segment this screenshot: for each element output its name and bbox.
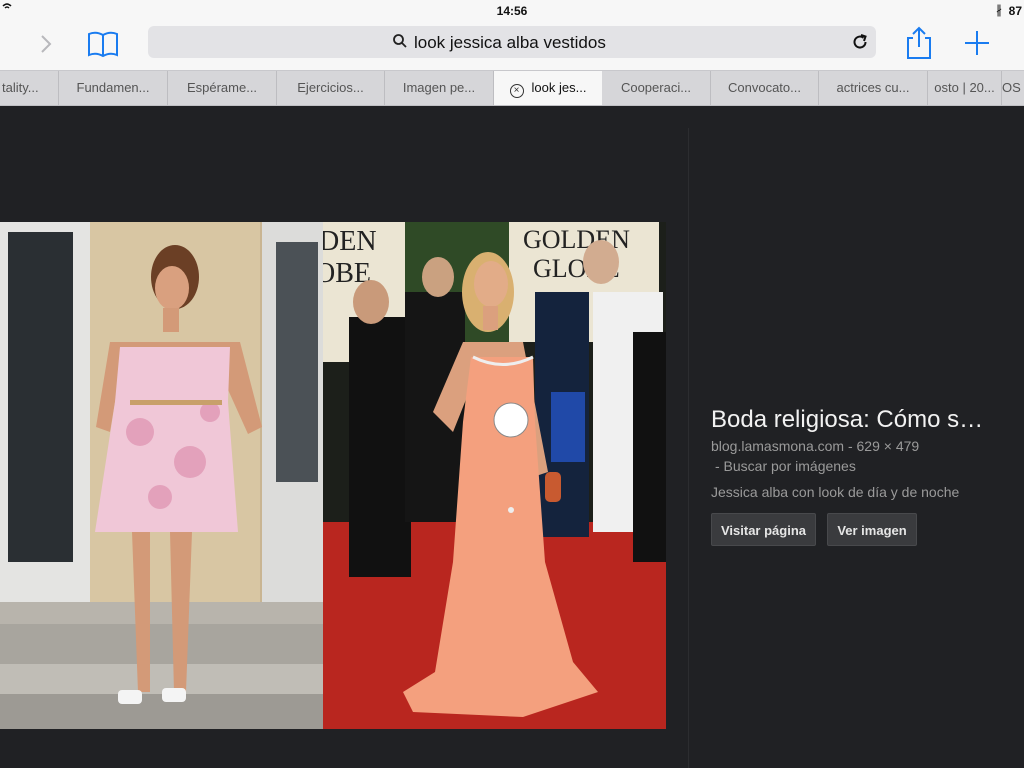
day-look-photo [0,222,323,729]
search-icon [393,34,407,48]
tab-label: Cooperaci... [620,80,692,95]
tab-label: Espérame... [186,80,258,95]
tab-2[interactable]: Fundamen... [59,71,168,105]
night-look-photo: DEN OBE GOLDEN GLOBE [323,222,666,729]
view-image-button[interactable]: Ver imagen [827,513,917,546]
address-bar[interactable]: look jessica alba vestidos [148,26,876,58]
tab-label: osto | 20... [934,80,995,95]
tab-label: Ejercicios... [297,80,364,95]
status-time: 14:56 [496,4,528,18]
tab-4[interactable]: Ejercicios... [277,71,385,105]
tab-11[interactable]: OS D [1002,71,1024,105]
tab-1[interactable]: tality... [0,71,59,105]
image-preview-panel: DEN OBE GOLDEN GLOBE Boda religiosa: Cóm… [0,106,1024,768]
tab-label: OS D [1002,80,1024,95]
reload-icon[interactable] [850,32,870,52]
browser-toolbar: look jessica alba vestidos [0,22,1024,70]
banner-text-left: DEN [323,226,377,257]
tab-9[interactable]: actrices cu... [819,71,928,105]
result-source[interactable]: blog.lamasmona.com - 629 × 479 [711,438,919,454]
tab-label: actrices cu... [836,80,910,95]
visit-page-button[interactable]: Visitar página [711,513,816,546]
share-icon[interactable] [904,26,934,60]
tab-10[interactable]: osto | 20... [928,71,1002,105]
result-title[interactable]: Boda religiosa: Cómo s… [711,406,983,434]
tab-3[interactable]: Espérame... [168,71,277,105]
result-description: Jessica alba con look de día y de noche [711,484,960,500]
tab-strip: tality... Fundamen... Espérame... Ejerci… [0,70,1024,106]
tab-8[interactable]: Convocato... [711,71,819,105]
tab-label: tality... [2,80,39,95]
preview-image[interactable]: DEN OBE GOLDEN GLOBE [0,222,666,729]
new-tab-icon[interactable] [962,28,992,58]
tab-7[interactable]: Cooperaci... [602,71,711,105]
tab-label: Imagen pe... [402,80,476,95]
battery-level: 87 [1008,4,1022,18]
bookmarks-icon[interactable] [86,29,120,59]
tab-label: Fundamen... [76,80,150,95]
bluetooth-icon: ∦ [996,3,1002,17]
tab-label: look jes... [531,80,587,95]
forward-chevron-icon[interactable] [32,30,60,58]
panel-divider [688,128,689,768]
status-bar: 14:56 ∦ 87 [0,0,1024,22]
address-text: look jessica alba vestidos [414,33,606,52]
tab-6-active[interactable]: × look jes... [494,71,602,105]
search-by-image-link[interactable]: - Buscar por imágenes [715,458,856,474]
tab-5[interactable]: Imagen pe... [385,71,494,105]
tab-label: Convocato... [728,80,801,95]
close-tab-icon[interactable]: × [509,84,524,98]
